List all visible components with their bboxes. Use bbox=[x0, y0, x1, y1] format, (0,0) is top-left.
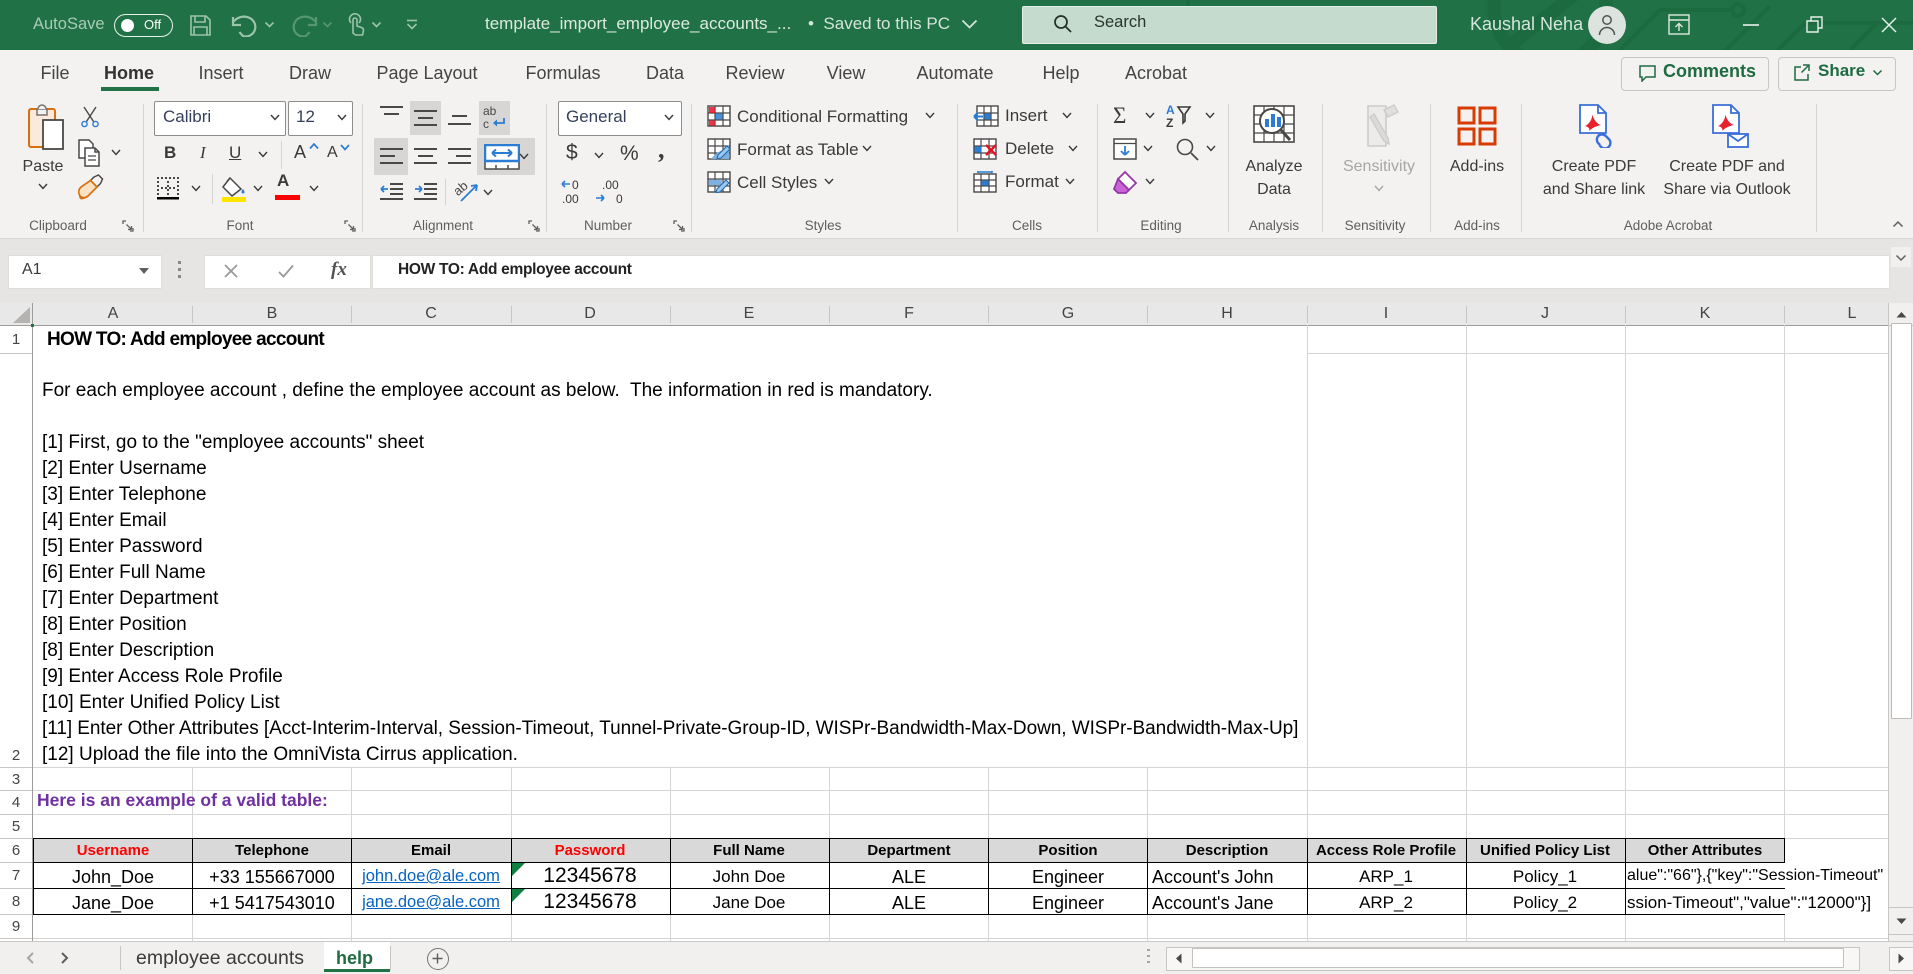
svg-text:.00: .00 bbox=[562, 192, 579, 206]
svg-text:0: 0 bbox=[572, 178, 579, 192]
svg-text:c: c bbox=[483, 117, 489, 131]
svg-text:ab: ab bbox=[455, 179, 471, 199]
svg-text:A: A bbox=[1166, 103, 1175, 117]
svg-text:0: 0 bbox=[616, 192, 623, 206]
svg-text:ab: ab bbox=[483, 104, 497, 118]
svg-text:.00: .00 bbox=[602, 178, 619, 192]
svg-text:Z: Z bbox=[1166, 116, 1173, 129]
